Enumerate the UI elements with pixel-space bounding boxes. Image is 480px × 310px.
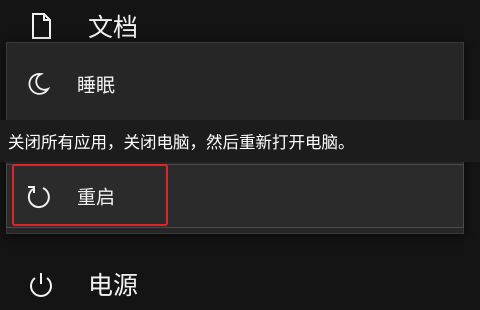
restart-tooltip: 关闭所有应用，关闭电脑，然后重新打开电脑。 <box>0 120 480 162</box>
restart-highlight-box <box>12 164 168 226</box>
start-item-documents-label: 文档 <box>88 13 139 42</box>
power-menu-item-sleep-label: 睡眠 <box>77 74 116 97</box>
start-item-power[interactable]: 电源 <box>0 258 480 310</box>
moon-icon <box>23 69 53 99</box>
document-icon <box>26 11 56 41</box>
power-icon <box>26 269 56 299</box>
power-menu-item-sleep[interactable]: 睡眠 <box>7 53 463 115</box>
restart-tooltip-text: 关闭所有应用，关闭电脑，然后重新打开电脑。 <box>8 133 355 152</box>
start-item-power-label: 电源 <box>88 271 139 300</box>
